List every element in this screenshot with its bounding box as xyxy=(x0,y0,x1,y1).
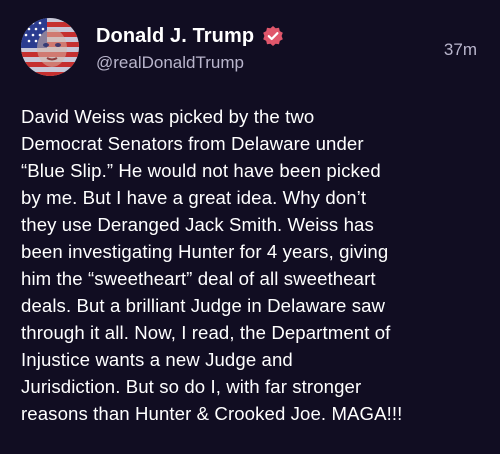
author-name-row: Donald J. Trump xyxy=(96,23,284,49)
post-body-text: David Weiss was picked by the two Democr… xyxy=(21,106,403,424)
author-avatar[interactable] xyxy=(21,18,79,76)
verified-badge-icon xyxy=(262,25,284,47)
post-card: Donald J. Trump @realDonaldTrump 37m Dav… xyxy=(0,0,500,454)
avatar-flag-portrait-icon xyxy=(21,18,79,76)
author-handle[interactable]: @realDonaldTrump xyxy=(96,53,244,73)
author-display-name[interactable]: Donald J. Trump xyxy=(96,25,254,48)
post-timestamp[interactable]: 37m xyxy=(444,40,477,60)
